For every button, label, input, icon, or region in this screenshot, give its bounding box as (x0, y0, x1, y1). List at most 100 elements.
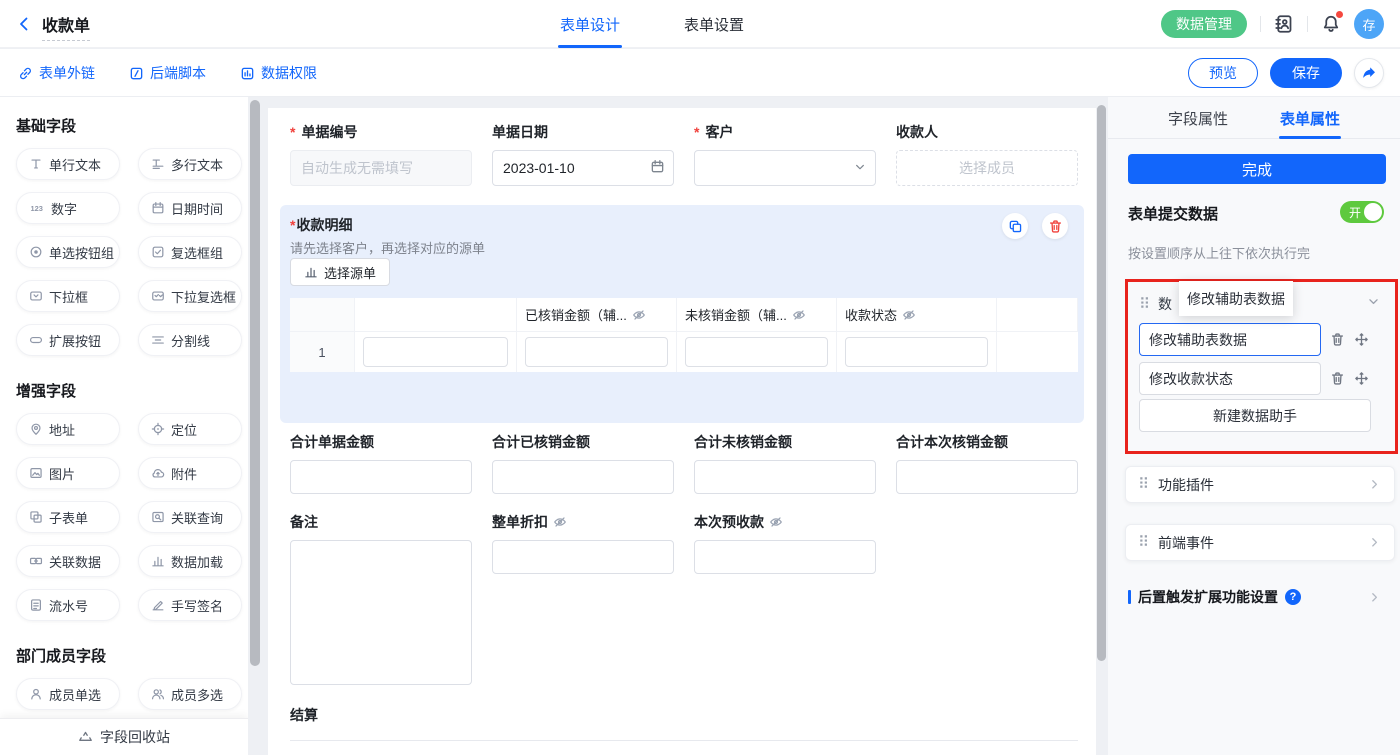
plugins-card[interactable]: 功能插件 (1125, 466, 1395, 503)
sidebar-item-member-single[interactable]: 成员单选 (16, 678, 120, 710)
field-doc-date[interactable]: 单据日期 (492, 122, 674, 186)
remark-textarea[interactable] (290, 540, 472, 685)
drag-handle-icon[interactable] (1138, 535, 1149, 550)
sidebar-item-datetime[interactable]: 日期时间 (138, 192, 242, 224)
sidebar-item-attachment[interactable]: 附件 (138, 457, 242, 489)
save-button[interactable]: 保存 (1270, 58, 1342, 88)
drag-handle-icon[interactable] (1138, 477, 1149, 492)
field-total-unsettled[interactable]: 合计未核销金额 (694, 432, 876, 494)
data-permission-label: 数据权限 (261, 63, 317, 83)
select-source-doc-button[interactable]: 选择源单 (290, 258, 390, 286)
cell-input[interactable] (363, 337, 508, 367)
sidebar-item-serial-number[interactable]: 流水号 (16, 589, 120, 621)
done-button[interactable]: 完成 (1128, 154, 1386, 184)
data-assistant-group-highlight: 数 修改辅助表数据 新建数据助手 (1125, 279, 1398, 454)
total-settled-input[interactable] (492, 460, 674, 494)
notification-bell-icon[interactable] (1321, 14, 1341, 34)
doc-date-input[interactable] (492, 150, 674, 186)
field-total-current-settle[interactable]: 合计本次核销金额 (896, 432, 1078, 494)
data-assistant-group-header[interactable]: 数 (1139, 294, 1172, 314)
field-total-amount[interactable]: 合计单据金额 (290, 432, 472, 494)
trash-icon[interactable] (1042, 213, 1068, 239)
sidebar-item-number[interactable]: 数字 (16, 192, 120, 224)
field-payee[interactable]: 收款人 (896, 122, 1078, 186)
field-customer[interactable]: 客户 (694, 122, 876, 186)
sidebar-item-relation-query[interactable]: 关联查询 (138, 501, 242, 533)
new-data-assistant-button[interactable]: 新建数据助手 (1139, 399, 1371, 432)
chevron-down-icon[interactable] (1366, 294, 1381, 312)
data-manage-button[interactable]: 数据管理 (1161, 10, 1247, 38)
sidebar-item-address[interactable]: 地址 (16, 413, 120, 445)
customer-select[interactable] (694, 150, 876, 186)
trash-icon[interactable] (1330, 332, 1345, 347)
sidebar-scrollbar[interactable] (250, 100, 260, 666)
tab-form-settings[interactable]: 表单设置 (684, 0, 744, 48)
assistant-item-1-input[interactable] (1139, 323, 1321, 356)
field-total-settled[interactable]: 合计已核销金额 (492, 432, 674, 494)
assistant-item-2-input[interactable] (1139, 362, 1321, 395)
sidebar-item-single-text[interactable]: 单行文本 (16, 148, 120, 180)
post-trigger-settings[interactable]: 后置触发扩展功能设置 (1128, 587, 1382, 607)
doc-number-input[interactable] (290, 150, 472, 186)
cell-input[interactable] (685, 337, 828, 367)
tab-form-properties[interactable]: 表单属性 (1280, 97, 1340, 139)
eye-off-icon[interactable] (632, 308, 646, 322)
address-book-icon[interactable] (1274, 14, 1294, 34)
field-remark[interactable]: 备注 (290, 512, 472, 690)
sidebar-item-member-multi[interactable]: 成员多选 (138, 678, 242, 710)
sidebar-item-radio-group[interactable]: 单选按钮组 (16, 236, 120, 268)
canvas-scrollbar[interactable] (1097, 105, 1106, 661)
sidebar-item-signature[interactable]: 手写签名 (138, 589, 242, 621)
item-label: 定位 (171, 420, 197, 439)
settle-section-label: 结算 (290, 705, 318, 725)
payee-member-picker[interactable] (896, 150, 1078, 186)
divider (1260, 16, 1261, 32)
help-icon[interactable] (1285, 589, 1301, 605)
sidebar-item-extend-button[interactable]: 扩展按钮 (16, 324, 120, 356)
receipt-detail-section[interactable]: 收款明细 请先选择客户，再选择对应的源单 选择源单 已核销金额（辅... 未核销… (280, 205, 1084, 423)
cell-input[interactable] (845, 337, 988, 367)
drag-handle-icon[interactable] (1139, 297, 1150, 312)
eye-off-icon[interactable] (769, 515, 783, 529)
sidebar-item-multi-text[interactable]: 多行文本 (138, 148, 242, 180)
form-submit-toggle[interactable]: 开 (1340, 201, 1384, 223)
eye-off-icon[interactable] (553, 515, 567, 529)
copy-icon[interactable] (1002, 213, 1028, 239)
form-external-link[interactable]: 表单外链 (18, 63, 95, 83)
sidebar-item-multi-dropdown[interactable]: 下拉复选框 (138, 280, 242, 312)
sidebar-item-divider[interactable]: 分割线 (138, 324, 242, 356)
field-recycle-bin[interactable]: 字段回收站 (0, 718, 248, 755)
sidebar-item-data-load[interactable]: 数据加载 (138, 545, 242, 577)
frontend-events-card[interactable]: 前端事件 (1125, 524, 1395, 561)
field-discount[interactable]: 整单折扣 (492, 512, 674, 690)
sidebar-item-dropdown[interactable]: 下拉框 (16, 280, 120, 312)
field-prepay[interactable]: 本次预收款 (694, 512, 876, 690)
tab-form-design[interactable]: 表单设计 (560, 0, 620, 48)
cell-input[interactable] (525, 337, 668, 367)
backend-script-link[interactable]: 后端脚本 (129, 63, 206, 83)
eye-off-icon[interactable] (792, 308, 806, 322)
frontend-events-label: 前端事件 (1158, 533, 1214, 553)
data-permission-link[interactable]: 数据权限 (240, 63, 317, 83)
sidebar-item-location[interactable]: 定位 (138, 413, 242, 445)
move-icon[interactable] (1354, 332, 1369, 347)
back-button[interactable] (16, 16, 32, 32)
total-unsettled-input[interactable] (694, 460, 876, 494)
tab-field-properties[interactable]: 字段属性 (1168, 97, 1228, 139)
move-icon[interactable] (1354, 371, 1369, 386)
sidebar-item-subform[interactable]: 子表单 (16, 501, 120, 533)
prepay-input[interactable] (694, 540, 876, 574)
avatar[interactable]: 存 (1354, 9, 1384, 39)
discount-input[interactable] (492, 540, 674, 574)
eye-off-icon[interactable] (902, 308, 916, 322)
field-doc-number[interactable]: 单据编号 (290, 122, 472, 186)
trash-icon[interactable] (1330, 371, 1345, 386)
share-button[interactable] (1354, 58, 1384, 88)
total-current-settle-input[interactable] (896, 460, 1078, 494)
total-amount-input[interactable] (290, 460, 472, 494)
sidebar-item-image[interactable]: 图片 (16, 457, 120, 489)
table-cell (517, 332, 677, 372)
preview-button[interactable]: 预览 (1188, 58, 1258, 88)
sidebar-item-relation-data[interactable]: 关联数据 (16, 545, 120, 577)
sidebar-item-checkbox-group[interactable]: 复选框组 (138, 236, 242, 268)
